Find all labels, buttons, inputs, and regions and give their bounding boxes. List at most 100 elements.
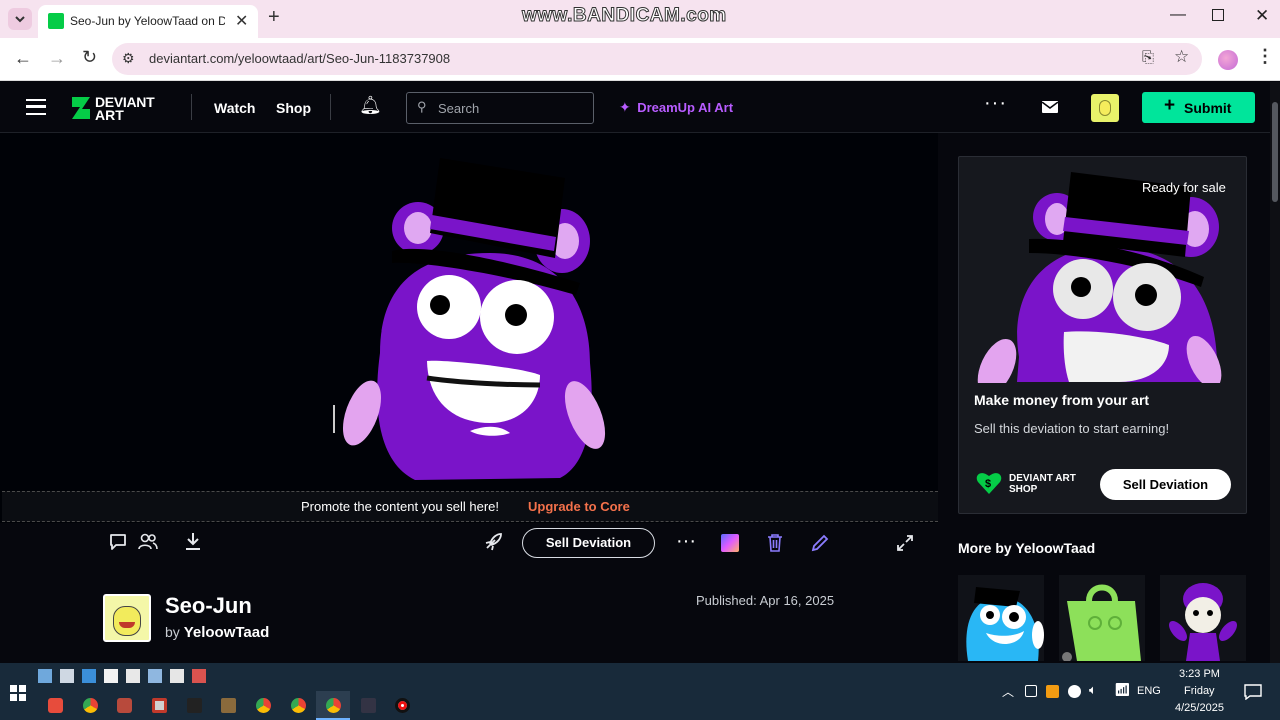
artwork-viewer[interactable] — [0, 133, 938, 523]
author-link[interactable]: YeloowTaad — [184, 624, 270, 641]
taskbar-app-icon[interactable] — [221, 698, 236, 713]
app-icon[interactable] — [38, 669, 52, 683]
language-indicator[interactable]: ENG — [1137, 685, 1161, 697]
bookmark-star-icon[interactable]: ☆ — [1174, 47, 1189, 67]
shop-sell-deviation-button[interactable]: Sell Deviation — [1100, 469, 1231, 500]
expand-fullscreen-icon[interactable] — [895, 533, 915, 553]
artwork-image[interactable] — [0, 133, 938, 491]
search-placeholder: Search — [438, 101, 480, 116]
new-tab-icon[interactable]: + — [268, 6, 280, 29]
watchers-icon[interactable] — [137, 532, 159, 552]
promo-banner: Promote the content you sell here! Upgra… — [2, 491, 938, 522]
browser-menu-icon[interactable]: ⋮ — [1256, 46, 1274, 67]
app-icon[interactable] — [126, 669, 140, 683]
site-header: DEVIANT ART Watch Shop 🔔︎ ⚲ Search ✦ Dre… — [0, 82, 1270, 133]
delete-trash-icon[interactable] — [766, 533, 784, 553]
taskbar-app-icon[interactable] — [48, 698, 63, 713]
tray-icon[interactable] — [1068, 685, 1081, 698]
app-icon[interactable] — [82, 669, 96, 683]
url-text: deviantart.com/yeloowtaad/art/Seo-Jun-11… — [149, 51, 451, 66]
notification-center-icon[interactable] — [1244, 684, 1262, 700]
active-chrome-task[interactable] — [316, 691, 350, 720]
comment-icon[interactable] — [108, 532, 128, 552]
clock-date[interactable]: 4/25/2025 — [1175, 702, 1224, 714]
shop-heart-icon: $ — [976, 473, 1002, 494]
boost-rocket-icon[interactable] — [482, 531, 504, 553]
chevron-down-icon — [15, 16, 25, 23]
app-icon[interactable] — [104, 669, 118, 683]
author-avatar[interactable] — [103, 594, 151, 642]
more-by-heading[interactable]: More by YeloowTaad — [958, 540, 1095, 556]
chrome-icon[interactable] — [291, 698, 306, 713]
install-app-icon[interactable]: ⎘ — [1142, 49, 1154, 66]
minimize-icon[interactable]: — — [1170, 6, 1186, 24]
gradient-edit-icon[interactable] — [721, 534, 739, 552]
app-icon[interactable] — [60, 669, 74, 683]
page-scrollbar[interactable] — [1270, 82, 1280, 663]
upgrade-to-core-link[interactable]: Upgrade to Core — [528, 499, 630, 514]
dreamup-link[interactable]: ✦ DreamUp AI Art — [619, 99, 733, 117]
profile-avatar[interactable] — [1218, 50, 1238, 70]
tray-chevron-icon[interactable]: ︿ — [1002, 683, 1014, 700]
taskbar-app-icon[interactable] — [152, 698, 167, 713]
notifications-bell-icon[interactable]: 🔔︎ — [359, 95, 382, 116]
browser-address-bar: ← → ↻ ⚙ deviantart.com/yeloowtaad/art/Se… — [0, 38, 1280, 81]
reload-icon[interactable]: ↻ — [82, 47, 97, 68]
site-settings-icon[interactable]: ⚙ — [122, 50, 135, 67]
taskbar-app-icon[interactable] — [187, 698, 202, 713]
app-icon[interactable] — [192, 669, 206, 683]
shop-card-subtext: Sell this deviation to start earning! — [974, 421, 1170, 436]
plus-icon: + — [1164, 95, 1176, 116]
app-icon[interactable] — [148, 669, 162, 683]
app-icon[interactable] — [170, 669, 184, 683]
url-field[interactable]: ⚙ deviantart.com/yeloowtaad/art/Seo-Jun-… — [112, 43, 1202, 75]
maximize-icon[interactable] — [1212, 9, 1224, 21]
tray-icon[interactable] — [1046, 685, 1059, 698]
search-input[interactable]: ⚲ Search — [406, 92, 594, 124]
taskbar-app-icon[interactable] — [117, 698, 132, 713]
back-icon[interactable]: ← — [14, 48, 32, 69]
messages-envelope-icon[interactable] — [1041, 101, 1059, 113]
close-tab-icon[interactable]: ✕ — [235, 11, 248, 31]
shop-card-heading: Make money from your art — [974, 392, 1150, 408]
divider — [191, 94, 192, 120]
browser-tab[interactable]: Seo-Jun by YeloowTaad on Devi ✕ — [38, 5, 258, 38]
edit-pencil-icon[interactable] — [810, 533, 830, 553]
tray-icon[interactable] — [1025, 685, 1037, 697]
shop-logo-text-1: DEVIANT ART — [1009, 473, 1076, 484]
taskbar-app-icon[interactable] — [361, 698, 376, 713]
download-icon[interactable] — [183, 531, 203, 553]
tab-search-button[interactable] — [8, 8, 32, 30]
wifi-icon[interactable]: 📶︎ — [1114, 682, 1131, 698]
submit-label: Submit — [1184, 100, 1232, 116]
more-options-icon[interactable]: ··· — [984, 92, 1007, 115]
chrome-icon — [326, 698, 341, 713]
windows-start-icon[interactable] — [10, 685, 26, 701]
clock-time[interactable]: 3:23 PM — [1179, 668, 1220, 680]
volume-icon[interactable]: 🔈︎ — [1089, 682, 1097, 698]
deviantart-logo[interactable]: DEVIANT ART — [70, 94, 170, 123]
clock-day[interactable]: Friday — [1184, 685, 1215, 697]
submit-button[interactable]: + Submit — [1142, 92, 1255, 123]
sell-deviation-button[interactable]: Sell Deviation — [522, 528, 655, 558]
deviantart-shop-logo: $ DEVIANT ART SHOP — [976, 470, 1086, 498]
by-prefix: by — [165, 624, 180, 640]
thumbnail-image — [966, 587, 1044, 661]
browser-tab-bar: Seo-Jun by YeloowTaad on Devi ✕ + www.BA… — [0, 0, 1280, 38]
close-window-icon[interactable]: ✕ — [1255, 6, 1269, 26]
more-by-thumbnail[interactable] — [958, 575, 1044, 661]
forward-icon[interactable]: → — [48, 48, 66, 69]
nav-watch[interactable]: Watch — [214, 100, 255, 116]
chrome-icon[interactable] — [83, 698, 98, 713]
more-by-thumbnail[interactable] — [1059, 575, 1145, 661]
record-icon[interactable] — [395, 698, 410, 713]
hamburger-menu-icon[interactable] — [26, 99, 46, 115]
svg-text:$: $ — [985, 478, 991, 490]
more-actions-icon[interactable]: ··· — [676, 530, 696, 553]
chrome-icon[interactable] — [256, 698, 271, 713]
nav-shop[interactable]: Shop — [276, 100, 311, 116]
more-by-thumbnail[interactable] — [1160, 575, 1246, 661]
user-avatar[interactable] — [1091, 94, 1119, 122]
ready-for-sale-badge: Ready for sale — [1142, 180, 1226, 195]
published-date: Published: Apr 16, 2025 — [696, 593, 835, 608]
